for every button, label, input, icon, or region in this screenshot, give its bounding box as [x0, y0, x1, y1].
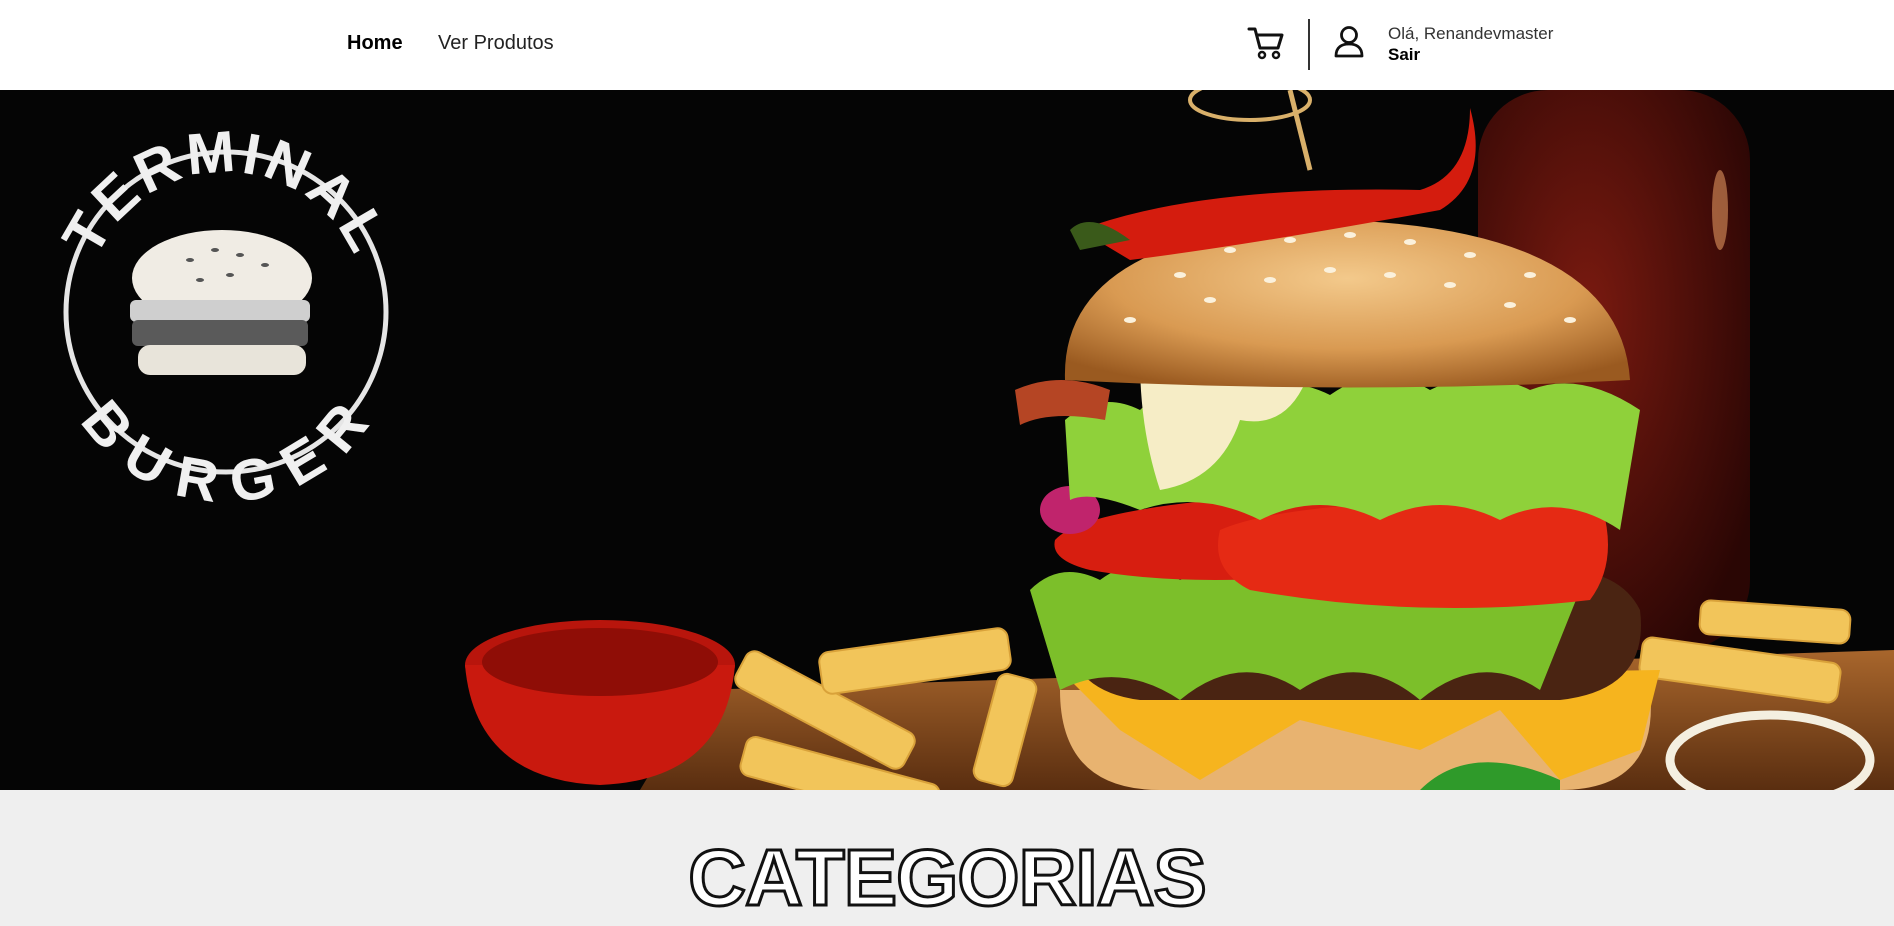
hero-burger-illustration: TERMINAL BURGER — [50, 90, 1894, 790]
nav-home-link[interactable]: Home — [347, 32, 403, 55]
cart-icon[interactable] — [1247, 26, 1285, 60]
user-icon — [1334, 25, 1364, 58]
logout-link[interactable]: Sair — [1388, 45, 1420, 65]
user-greeting: Olá, Renandevmaster — [1388, 24, 1554, 43]
svg-text:BURGER: BURGER — [69, 388, 383, 516]
categories-section: CATEGORIAS — [0, 790, 1894, 926]
header-divider — [1308, 19, 1310, 70]
top-header: Home Ver Produtos Olá, Renandevmaster Sa… — [0, 0, 1894, 90]
logo-bottom-text: BURGER — [69, 388, 379, 516]
categories-title: CATEGORIAS — [687, 833, 1208, 922]
terminal-burger-logo: TERMINAL BURGER — [50, 118, 398, 516]
nav-products-link[interactable]: Ver Produtos — [438, 32, 554, 55]
hero-banner: TERMINAL BURGER — [0, 90, 1894, 790]
